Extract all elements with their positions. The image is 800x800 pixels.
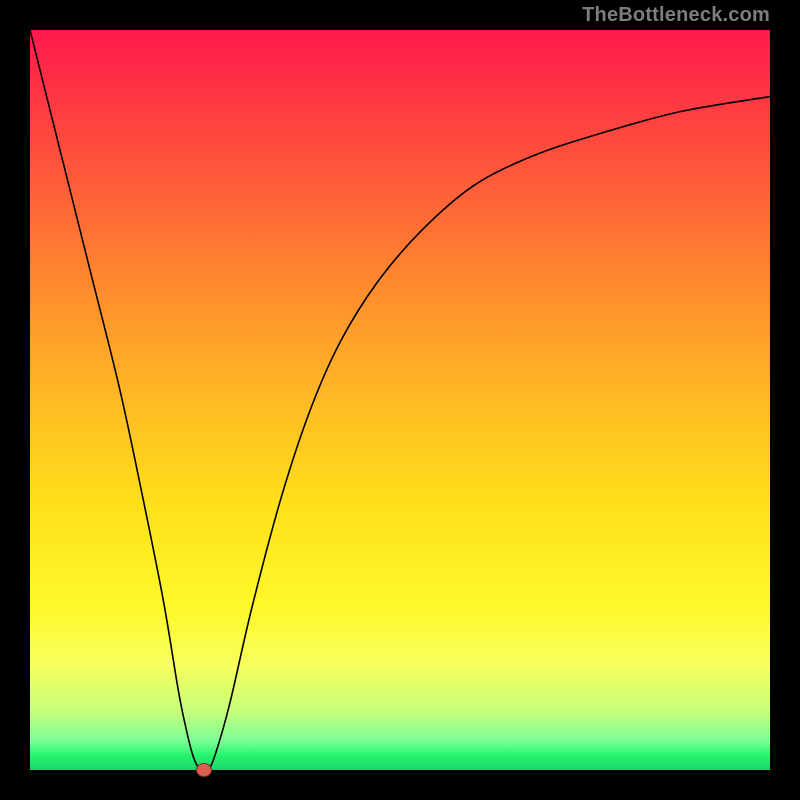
attribution-text: TheBottleneck.com <box>582 4 770 27</box>
minimum-marker <box>196 763 212 777</box>
plot-area <box>30 30 770 770</box>
bottleneck-curve <box>30 30 770 770</box>
chart-frame: TheBottleneck.com <box>0 0 800 800</box>
